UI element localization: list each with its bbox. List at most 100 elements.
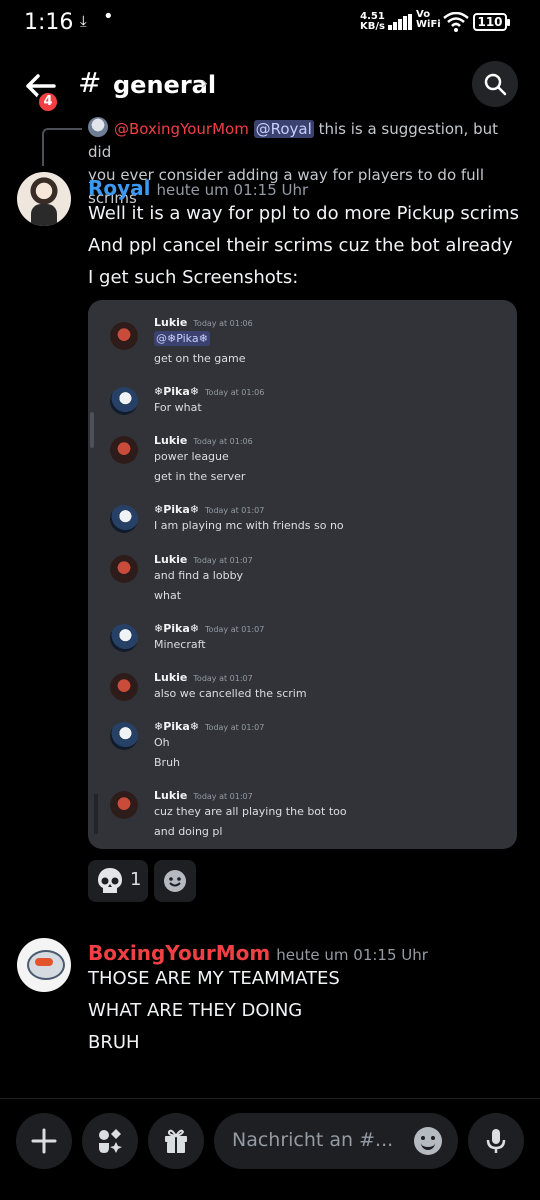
signal-icon <box>388 14 412 30</box>
attach-button[interactable] <box>16 1113 72 1169</box>
screenshot-line: I am playing mc with friends so no <box>154 519 344 532</box>
scrollbar-indicator <box>90 412 94 448</box>
avatar <box>110 673 138 701</box>
screenshot-author-name: Lukie <box>154 553 188 566</box>
image-attachment[interactable]: Lukie Today at 01:06 @❄Pika❄ get on the g… <box>88 300 517 849</box>
avatar <box>110 624 138 652</box>
apps-icon <box>99 1129 122 1153</box>
reaction-count: 1 <box>130 869 142 890</box>
screenshot-mention: @❄Pika❄ <box>154 331 210 346</box>
microphone-icon <box>486 1129 506 1153</box>
message-line: BRUH <box>88 1032 140 1053</box>
screenshot-author-name: Lukie <box>154 434 188 447</box>
screenshot-line: get on the game <box>154 352 246 365</box>
screenshot-author-name: ❄Pika❄ <box>154 385 200 398</box>
battery-icon: 110 <box>473 13 510 31</box>
message-input[interactable]: Nachricht an #... <box>214 1113 458 1169</box>
network-speed: 4.51 KB/s <box>360 12 385 32</box>
screenshot-author-name: ❄Pika❄ <box>154 720 200 733</box>
screenshot-author: Lukie Today at 01:06 <box>154 434 253 447</box>
screenshot-time: Today at 01:06 <box>193 319 253 328</box>
notification-dot: • <box>103 6 114 27</box>
author-name: Royal <box>88 176 151 200</box>
author-name: BoxingYourMom <box>88 941 271 965</box>
screenshot-author: Lukie Today at 01:07 <box>154 789 253 802</box>
screenshot-author-name: Lukie <box>154 316 188 329</box>
screenshot-author: Lukie Today at 01:07 <box>154 553 253 566</box>
add-reaction-icon <box>164 870 186 892</box>
screenshot-author-name: ❄Pika❄ <box>154 622 200 635</box>
add-reaction-button[interactable] <box>154 860 196 902</box>
message-timestamp: heute um 01:15 Uhr <box>276 946 428 964</box>
gift-button[interactable] <box>148 1113 204 1169</box>
screenshot-time: Today at 01:07 <box>193 556 253 565</box>
screenshot-author: ❄Pika❄ Today at 01:06 <box>154 385 264 398</box>
screenshot-line: cuz they are all playing the bot too <box>154 805 347 818</box>
screenshot-time: Today at 01:07 <box>205 723 265 732</box>
message-author[interactable]: BoxingYourMom heute um 01:15 Uhr <box>88 941 428 965</box>
message-author[interactable]: Royal heute um 01:15 Uhr <box>88 176 308 200</box>
message-line: I get such Screenshots: <box>88 267 299 288</box>
screenshot-author: ❄Pika❄ Today at 01:07 <box>154 622 264 635</box>
screenshot-time: Today at 01:07 <box>193 674 253 683</box>
screenshot-author: ❄Pika❄ Today at 01:07 <box>154 503 264 516</box>
wifi-icon <box>443 12 469 32</box>
avatar <box>110 791 138 819</box>
plus-icon <box>31 1128 57 1154</box>
avatar <box>110 322 138 350</box>
screenshot-line: get in the server <box>154 470 246 483</box>
vowifi-wifi: WiFi <box>416 19 441 30</box>
hash-icon: # <box>78 66 102 99</box>
message-line: WHAT ARE THEY DOING <box>88 1000 303 1021</box>
screenshot-line: also we cancelled the scrim <box>154 687 307 700</box>
screenshot-author: Lukie Today at 01:06 <box>154 316 253 329</box>
chevron-right-icon[interactable]: › <box>201 73 208 94</box>
gift-icon <box>165 1129 187 1153</box>
screenshot-author-name: ❄Pika❄ <box>154 503 200 516</box>
voice-message-button[interactable] <box>468 1113 524 1169</box>
screenshot-line: For what <box>154 401 202 414</box>
clock: 1:16 <box>24 10 74 35</box>
status-bar: 1:16 ⤓ • 4.51 KB/s Vo WiFi 110 <box>0 0 540 46</box>
download-icon: ⤓ <box>80 12 87 30</box>
screenshot-time: Today at 01:06 <box>193 437 253 446</box>
emoji-icon[interactable] <box>414 1127 442 1155</box>
screenshot-author-name: Lukie <box>154 789 188 802</box>
screenshot-line: and find a lobby <box>154 569 244 582</box>
skull-icon <box>98 868 122 893</box>
avatar <box>110 505 138 533</box>
avatar <box>110 555 138 583</box>
screenshot-time: Today at 01:07 <box>193 792 253 801</box>
screenshot-time: Today at 01:07 <box>205 625 265 634</box>
network-speed-unit: KB/s <box>360 21 385 32</box>
reaction-skull[interactable]: 1 <box>88 860 148 902</box>
avatar <box>110 436 138 464</box>
screenshot-author: ❄Pika❄ Today at 01:07 <box>154 720 264 733</box>
avatar <box>110 722 138 750</box>
channel-header: 4 # general › <box>0 46 540 124</box>
message-line: Well it is a way for ppl to do more Pick… <box>88 203 520 224</box>
reply-mention: @Royal <box>253 120 314 138</box>
reply-connector <box>42 128 82 166</box>
screenshot-time: Today at 01:07 <box>205 506 265 515</box>
avatar[interactable] <box>17 938 71 992</box>
avatar[interactable] <box>17 172 71 226</box>
message-input-placeholder: Nachricht an #... <box>232 1129 394 1151</box>
screenshot-line: what <box>154 589 182 602</box>
reply-author: @BoxingYourMom <box>114 120 249 138</box>
screenshot-author: Lukie Today at 01:07 <box>154 671 253 684</box>
screenshot-line: Minecraft <box>154 638 206 651</box>
scrollbar-indicator <box>94 794 98 834</box>
screenshot-line: and doing pl <box>154 825 223 838</box>
message-composer: Nachricht an #... <box>0 1098 540 1200</box>
screenshot-author-name: Lukie <box>154 671 188 684</box>
unread-badge: 4 <box>36 90 60 114</box>
screenshot-line: Oh <box>154 736 170 749</box>
search-button[interactable] <box>472 61 518 107</box>
message-timestamp: heute um 01:15 Uhr <box>156 181 309 199</box>
screenshot-line: power league <box>154 450 229 463</box>
screenshot-time: Today at 01:06 <box>205 388 265 397</box>
screenshot-line: Bruh <box>154 756 181 769</box>
search-icon <box>484 73 507 96</box>
apps-button[interactable] <box>82 1113 138 1169</box>
